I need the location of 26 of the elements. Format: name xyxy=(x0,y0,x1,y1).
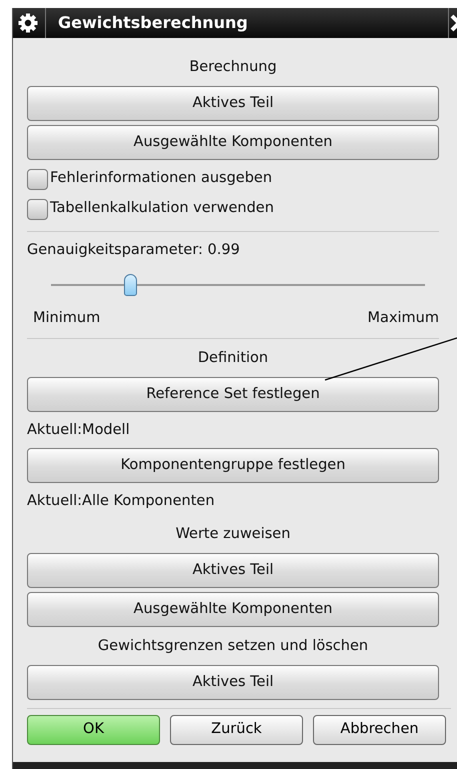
section-heading: Definition xyxy=(198,349,268,368)
checkbox-label: Tabellenkalkulation verwenden xyxy=(50,199,274,218)
status-text: Aktuell:Modell xyxy=(27,421,131,440)
action-button[interactable]: Komponentengruppe festlegen xyxy=(27,448,439,483)
settings-icon[interactable] xyxy=(17,12,39,34)
action-button[interactable]: Ausgewählte Komponenten xyxy=(27,592,439,627)
section-heading: Gewichtsgrenzen setzen und löschen xyxy=(98,637,368,656)
slider-thumb[interactable] xyxy=(124,274,137,296)
section-heading: Werte zuweisen xyxy=(176,525,290,544)
checkbox-label: Fehlerinformationen ausgeben xyxy=(50,169,272,188)
dialog-button[interactable]: Zurück xyxy=(170,715,303,745)
action-button[interactable]: Aktives Teil xyxy=(27,86,439,121)
section-heading: Berechnung xyxy=(189,58,277,77)
ok-button[interactable]: OK xyxy=(27,715,160,745)
action-button[interactable]: Aktives Teil xyxy=(27,553,439,588)
action-button[interactable]: Ausgewählte Komponenten xyxy=(27,125,439,160)
action-button[interactable]: Reference Set festlegen xyxy=(27,377,439,412)
window-title: Gewichtsberechnung xyxy=(57,12,249,34)
action-button[interactable]: Aktives Teil xyxy=(27,665,439,700)
min-label: Minimum xyxy=(33,309,100,328)
max-label: Maximum xyxy=(368,309,439,328)
slider-label: Genauigkeitsparameter: 0.99 xyxy=(27,241,241,260)
checkbox[interactable] xyxy=(27,198,48,220)
dialog-button[interactable]: Abbrechen xyxy=(313,715,446,745)
status-text: Aktuell:Alle Komponenten xyxy=(27,492,216,511)
checkbox[interactable] xyxy=(27,168,48,190)
